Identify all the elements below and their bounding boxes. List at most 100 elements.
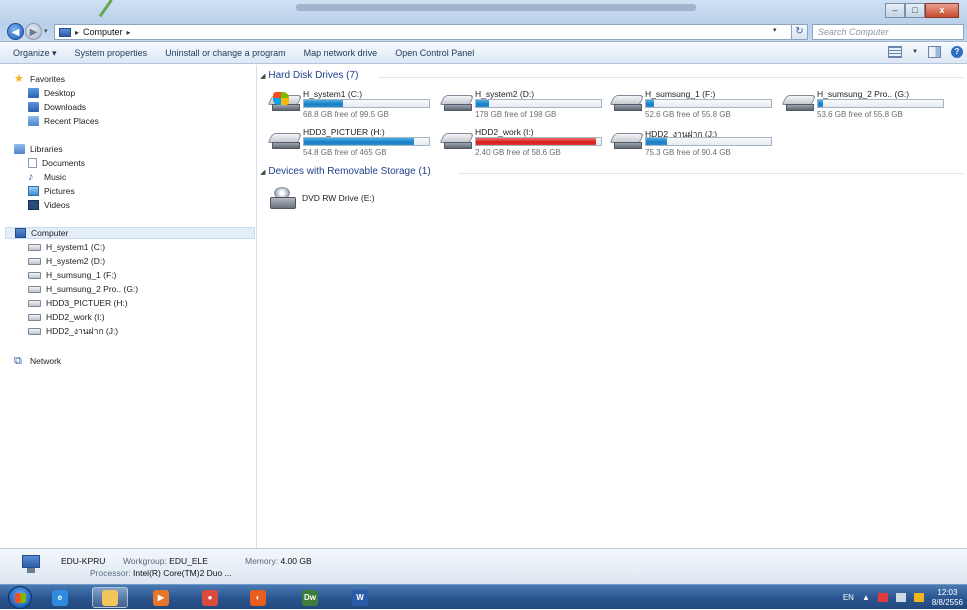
drive-usage-fill	[304, 100, 343, 107]
nav-drive-f[interactable]: H_sumsung_1 (F:)	[28, 269, 116, 281]
nav-label: Videos	[44, 200, 70, 210]
collapse-triangle-icon[interactable]: ◢	[260, 72, 265, 80]
libraries-icon	[14, 144, 25, 154]
close-button[interactable]: x	[925, 3, 959, 18]
explorer-icon	[102, 589, 118, 606]
system-drive-icon	[28, 243, 41, 251]
back-button[interactable]: ◀	[7, 23, 24, 40]
nav-computer[interactable]: Computer	[5, 227, 255, 239]
nav-drive-d[interactable]: H_system2 (D:)	[28, 255, 105, 267]
taskbar-chrome-button[interactable]: ●	[192, 587, 228, 608]
breadcrumb-computer[interactable]: Computer	[83, 27, 123, 37]
drive-tile[interactable]: HDD3_PICTUER (H:) 54.8 GB free of 465 GB	[267, 127, 440, 159]
group-divider	[378, 77, 963, 78]
nav-videos[interactable]: Videos	[28, 199, 70, 211]
nav-label: Recent Places	[44, 116, 99, 126]
nav-label: Favorites	[30, 74, 65, 84]
nav-music[interactable]: ♪ Music	[28, 171, 66, 183]
nav-drive-j[interactable]: HDD2_งานฝาก (J:)	[28, 325, 118, 337]
clock-time: 12:03	[937, 587, 958, 597]
nav-label: Computer	[31, 228, 69, 238]
network-tray-icon[interactable]	[895, 593, 906, 602]
drive-tile[interactable]: H_system1 (C:) 68.8 GB free of 99.5 GB	[267, 89, 440, 121]
nav-downloads[interactable]: Downloads	[28, 101, 86, 113]
drive-usage-fill	[646, 138, 668, 145]
nav-desktop[interactable]: Desktop	[28, 87, 75, 99]
computer-icon	[20, 555, 42, 575]
map-network-drive-button[interactable]: Map network drive	[295, 48, 387, 58]
recent-pages-button[interactable]: ▾	[44, 27, 48, 35]
drive-tile[interactable]: H_sumsung_1 (F:) 52.6 GB free of 55.8 GB	[609, 89, 782, 121]
drive-tile[interactable]: H_system2 (D:) 178 GB free of 198 GB	[439, 89, 612, 121]
maximize-button[interactable]: □	[905, 3, 925, 18]
nav-drive-g[interactable]: H_sumsung_2 Pro.. (G:)	[28, 283, 138, 295]
nav-label: Desktop	[44, 88, 76, 98]
system-properties-button[interactable]: System properties	[66, 48, 157, 58]
title-bar: – □ x ◀ ▶ ▾ ▸ Computer ▸ ▾ ↻ Search Comp…	[0, 0, 967, 42]
show-hidden-icons-icon[interactable]: ▲	[862, 593, 870, 602]
collapse-triangle-icon[interactable]: ◢	[260, 168, 265, 176]
drive-tile[interactable]: H_sumsung_2 Pro.. (G:) 53.6 GB free of 55…	[781, 89, 954, 121]
chevron-right-icon[interactable]: ▸	[75, 28, 79, 37]
nav-drive-i[interactable]: HDD2_work (I:)	[28, 311, 105, 323]
drive-usage-fill	[646, 100, 654, 107]
drive-usage-bar	[475, 137, 602, 146]
nav-drive-c[interactable]: H_system1 (C:)	[28, 241, 105, 253]
help-icon[interactable]: ?	[951, 46, 963, 58]
workgroup-info: Workgroup: EDU_ELE	[123, 556, 208, 566]
chevron-right-icon[interactable]: ▸	[127, 28, 131, 37]
refresh-button[interactable]: ↻	[791, 24, 808, 40]
drive-usage-fill	[818, 100, 823, 107]
drive-free-space: 75.3 GB free of 90.4 GB	[645, 148, 731, 157]
taskbar-explorer-button[interactable]	[92, 587, 128, 608]
clock-date: 8/8/2556	[931, 597, 963, 607]
open-control-panel-button[interactable]: Open Control Panel	[386, 48, 483, 58]
change-view-icon[interactable]	[888, 46, 903, 58]
hard-disk-group-header[interactable]: ◢ Hard Disk Drives (7)	[260, 70, 358, 81]
drive-tile[interactable]: HDD2_งานฝาก (J:) 75.3 GB free of 90.4 GB	[609, 127, 782, 159]
nav-pictures[interactable]: Pictures	[28, 185, 75, 197]
system-tray: EN ▲ 12:03 8/8/2556	[843, 585, 963, 610]
drive-name: HDD2_work (I:)	[475, 127, 534, 137]
taskbar-ie-button[interactable]: e	[42, 587, 78, 608]
address-dropdown-icon[interactable]: ▾	[773, 26, 777, 34]
details-pane: EDU-KPRU Workgroup: EDU_ELE Memory: 4.00…	[0, 548, 967, 584]
action-center-icon[interactable]	[877, 593, 888, 602]
view-dropdown-icon[interactable]: ▼	[912, 49, 918, 55]
start-button[interactable]	[8, 586, 32, 609]
volume-icon[interactable]	[913, 593, 924, 602]
preview-pane-icon[interactable]	[928, 46, 941, 58]
ie-icon: e	[52, 589, 68, 606]
drive-tile[interactable]: HDD2_work (I:) 2.40 GB free of 58.6 GB	[439, 127, 612, 159]
nav-documents[interactable]: Documents	[28, 157, 85, 169]
nav-network[interactable]: ⧉ Network	[14, 355, 61, 367]
chrome-icon: ●	[202, 589, 218, 606]
taskbar-dreamweaver-button[interactable]: Dw	[292, 587, 328, 608]
taskbar-word-button[interactable]: W	[342, 587, 378, 608]
uninstall-program-button[interactable]: Uninstall or change a program	[156, 48, 295, 58]
drive-usage-bar	[645, 99, 772, 108]
taskbar-media-player-button[interactable]: ▶	[143, 587, 179, 608]
nav-libraries[interactable]: Libraries	[14, 143, 63, 155]
forward-button[interactable]: ▶	[25, 23, 42, 40]
computer-icon	[15, 228, 26, 238]
nav-favorites[interactable]: ★ Favorites	[14, 73, 65, 85]
drive-name: H_system2 (D:)	[475, 89, 535, 99]
taskbar-firefox-button[interactable]: ◐	[240, 587, 276, 608]
address-bar[interactable]: ▸ Computer ▸	[54, 24, 795, 40]
drive-free-space: 2.40 GB free of 58.6 GB	[475, 148, 561, 157]
computer-name: EDU-KPRU	[61, 556, 106, 566]
drive-free-space: 68.8 GB free of 99.5 GB	[303, 110, 389, 119]
nav-label: Network	[30, 356, 62, 366]
nav-drive-h[interactable]: HDD3_PICTUER (H:)	[28, 297, 128, 309]
organize-button[interactable]: Organize ▾	[4, 48, 66, 59]
search-input[interactable]: Search Computer	[812, 24, 964, 40]
dvd-drive-tile[interactable]: DVD DVD RW Drive (E:)	[270, 185, 470, 217]
recent-places-icon	[28, 116, 39, 126]
clock[interactable]: 12:03 8/8/2556	[932, 588, 963, 608]
minimize-button[interactable]: –	[885, 3, 905, 18]
processor-info: Processor: Intel(R) Core(TM)2 Duo ...	[90, 568, 232, 578]
language-indicator[interactable]: EN	[843, 593, 854, 602]
nav-recent-places[interactable]: Recent Places	[28, 115, 99, 127]
removable-group-header[interactable]: ◢ Devices with Removable Storage (1)	[260, 166, 431, 177]
